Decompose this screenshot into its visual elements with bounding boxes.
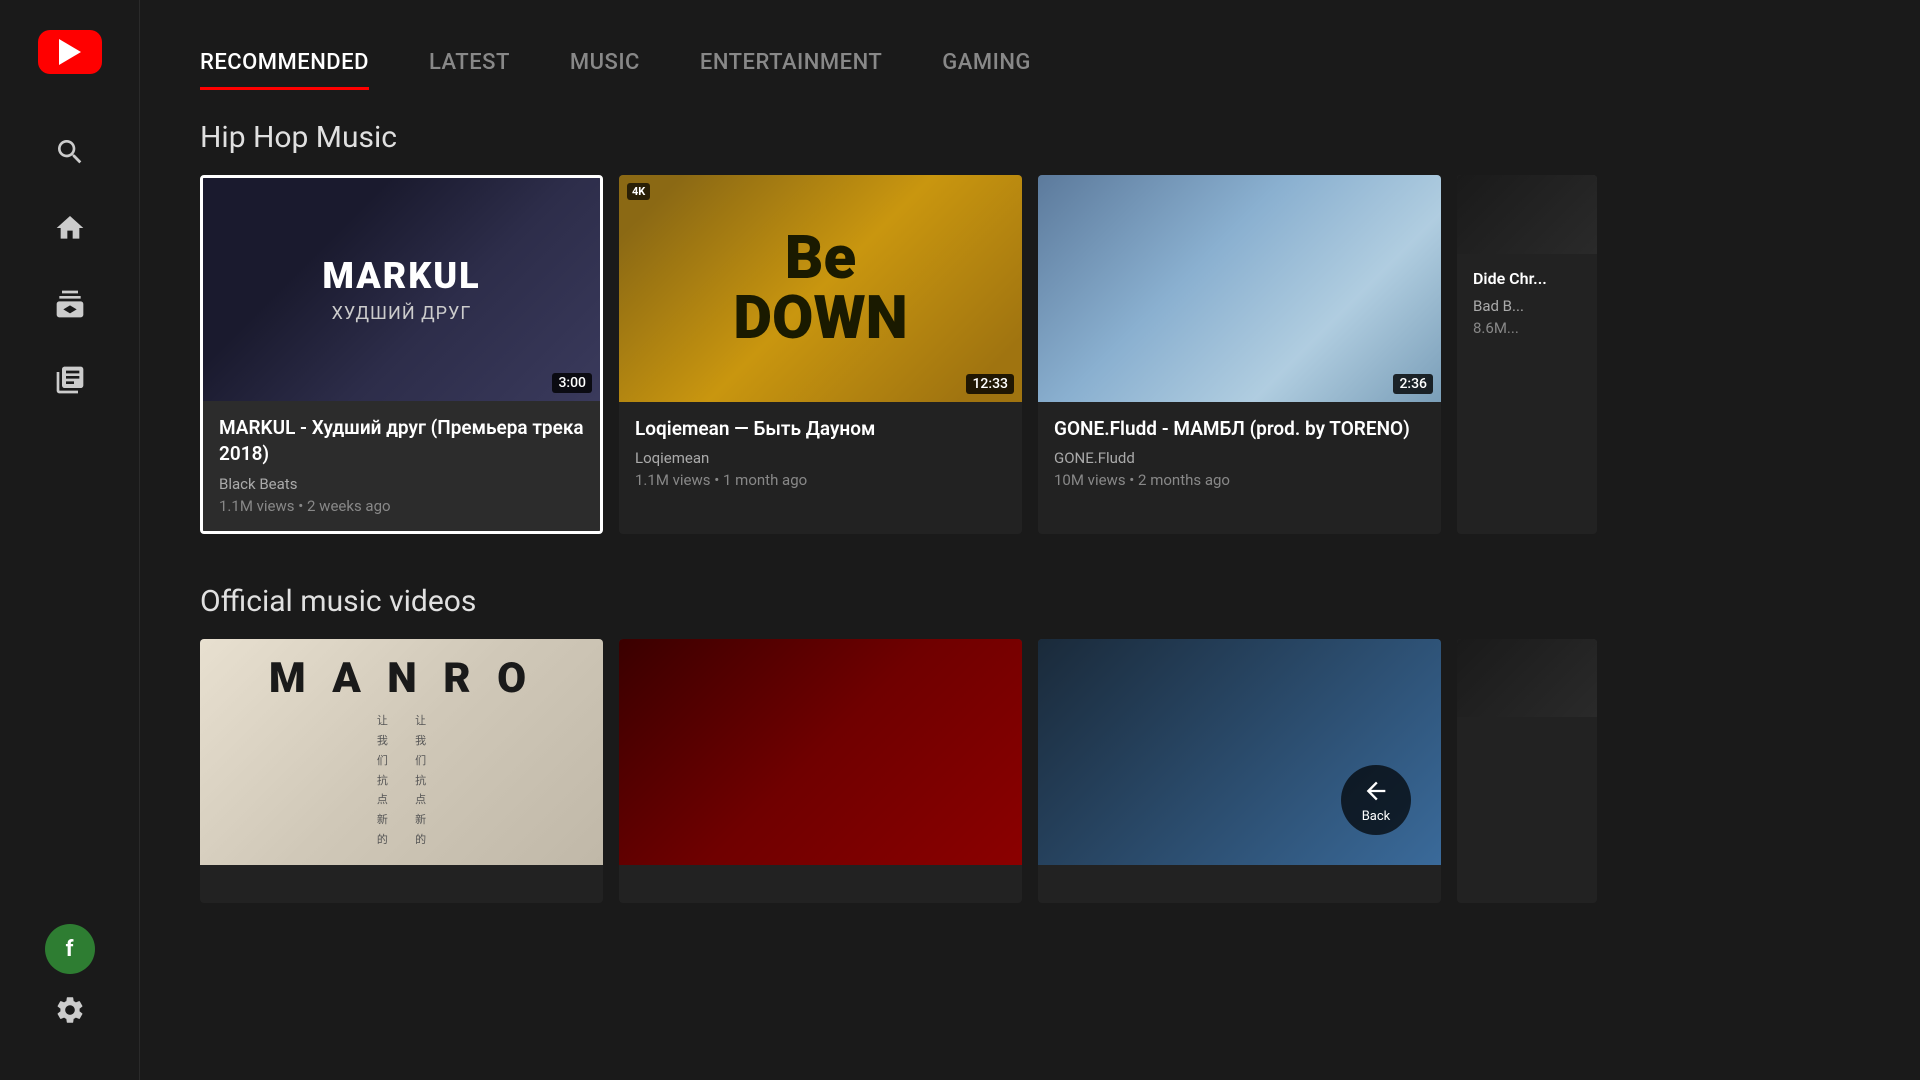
library-nav-item[interactable]	[0, 342, 139, 418]
card-info-manro	[200, 865, 603, 903]
video-card-manro[interactable]: M A N R O 让 让我 我们 们抗 抗点 点新 新的 的	[200, 639, 603, 904]
thumbnail-markul: MARKUL ХУДШИЙ ДРУГ 3:00	[203, 178, 600, 401]
card-info-loqiemean: Loqiemean — Быть Дауном Loqiemean 1.1M v…	[619, 402, 1022, 506]
thumbnail-partial-omv	[1457, 639, 1597, 718]
card-info-gone-fludd: GONE.Fludd - МАМБЛ (prod. by TORENO) GON…	[1038, 402, 1441, 506]
thumbnail-gone-fludd: 2:36	[1038, 175, 1441, 402]
card-meta-markul: 1.1M views • 2 weeks ago	[219, 497, 584, 515]
card-info-red	[619, 865, 1022, 895]
thumbnail-loqiemean: BeDOWN 4K 12:33	[619, 175, 1022, 402]
subscriptions-nav-item[interactable]	[0, 266, 139, 342]
duration-gone-fludd: 2:36	[1393, 374, 1433, 394]
card-title-loqiemean: Loqiemean — Быть Дауном	[635, 416, 1006, 442]
hip-hop-video-row: MARKUL ХУДШИЙ ДРУГ 3:00 MARKUL - Худший …	[200, 175, 1860, 534]
settings-nav-item[interactable]	[54, 994, 86, 1030]
card-meta-partial-4: 8.6M...	[1473, 319, 1581, 337]
home-nav-item[interactable]	[0, 190, 139, 266]
nav-music[interactable]: MUSIC	[570, 50, 640, 90]
hip-hop-section: Hip Hop Music MARKUL ХУДШИЙ ДРУГ 3:00	[200, 120, 1860, 534]
main-content: RECOMMENDED LATEST MUSIC ENTERTAINMENT G…	[140, 0, 1920, 1080]
back-button[interactable]: Back	[1341, 765, 1411, 835]
youtube-logo[interactable]	[38, 30, 102, 74]
card-channel-partial-4: Bad B...	[1473, 297, 1581, 315]
card-channel-loqiemean: Loqiemean	[635, 449, 1006, 467]
sidebar: f	[0, 0, 140, 1080]
thumbnail-partial-4	[1457, 175, 1597, 254]
card-info-car	[1038, 865, 1441, 895]
nav-recommended[interactable]: RECOMMENDED	[200, 50, 369, 90]
card-info-partial-4: Dide Chr... Bad B... 8.6M...	[1457, 254, 1597, 354]
card-title-partial-4: Dide Chr...	[1473, 268, 1581, 290]
duration-markul: 3:00	[552, 373, 592, 393]
thumbnail-car: Back	[1038, 639, 1441, 866]
nav-gaming[interactable]: GAMING	[942, 50, 1031, 90]
card-meta-loqiemean: 1.1M views • 1 month ago	[635, 471, 1006, 489]
nav-entertainment[interactable]: ENTERTAINMENT	[700, 50, 882, 90]
duration-loqiemean: 12:33	[966, 374, 1014, 394]
video-card-red[interactable]	[619, 639, 1022, 904]
thumbnail-red	[619, 639, 1022, 866]
back-label: Back	[1362, 809, 1391, 824]
card-title-gone-fludd: GONE.Fludd - МАМБЛ (prod. by TORENO)	[1054, 416, 1425, 442]
hip-hop-title: Hip Hop Music	[200, 120, 1860, 155]
official-mv-section: Official music videos M A N R O 让 让我 我们 …	[200, 584, 1860, 904]
user-avatar[interactable]: f	[45, 924, 95, 974]
video-card-markul[interactable]: MARKUL ХУДШИЙ ДРУГ 3:00 MARKUL - Худший …	[200, 175, 603, 534]
video-card-partial-4: Dide Chr... Bad B... 8.6M...	[1457, 175, 1597, 534]
video-card-car[interactable]: Back	[1038, 639, 1441, 904]
nav-latest[interactable]: LATEST	[429, 50, 510, 90]
search-nav-item[interactable]	[0, 114, 139, 190]
card-channel-markul: Black Beats	[219, 475, 584, 493]
card-info-markul: MARKUL - Худший друг (Премьера трека 201…	[203, 401, 600, 530]
video-card-gone-fludd[interactable]: 2:36 GONE.Fludd - МАМБЛ (prod. by TORENO…	[1038, 175, 1441, 534]
top-navigation: RECOMMENDED LATEST MUSIC ENTERTAINMENT G…	[140, 0, 1920, 90]
card-title-markul: MARKUL - Худший друг (Премьера трека 201…	[219, 415, 584, 466]
video-card-loqiemean[interactable]: BeDOWN 4K 12:33 Loqiemean — Быть Дауном …	[619, 175, 1022, 534]
card-meta-gone-fludd: 10M views • 2 months ago	[1054, 471, 1425, 489]
video-card-partial-omv	[1457, 639, 1597, 904]
card-channel-gone-fludd: GONE.Fludd	[1054, 449, 1425, 467]
content-scroll-area: Hip Hop Music MARKUL ХУДШИЙ ДРУГ 3:00	[140, 90, 1920, 1080]
badge-4k-loqiemean: 4K	[627, 183, 650, 200]
official-mv-video-row: M A N R O 让 让我 我们 们抗 抗点 点新 新的 的	[200, 639, 1860, 904]
official-mv-title: Official music videos	[200, 584, 1860, 619]
thumbnail-manro: M A N R O 让 让我 我们 们抗 抗点 点新 新的 的	[200, 639, 603, 866]
